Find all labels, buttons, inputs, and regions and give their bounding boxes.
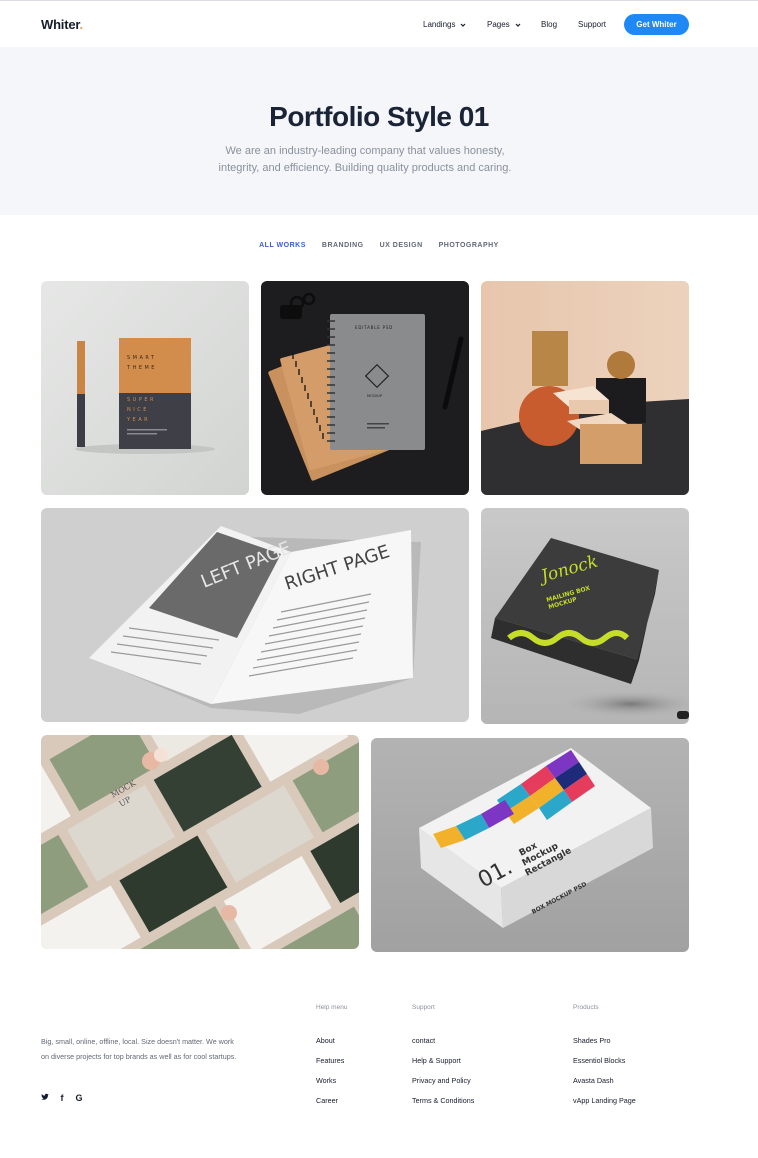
portfolio-item-open-book[interactable]: LEFT PAGE RIGHT PAGE xyxy=(41,508,469,722)
notebook-text-editable: EDITABLE PSD xyxy=(355,325,393,330)
nav-blog[interactable]: Blog xyxy=(541,20,557,29)
filter-photography[interactable]: PHOTOGRAPHY xyxy=(439,242,499,249)
book-text-smart: SMART xyxy=(127,355,157,361)
facebook-icon[interactable]: f xyxy=(58,1093,66,1103)
footer-link-vapp[interactable]: vApp Landing Page xyxy=(573,1096,636,1116)
footer-description: Big, small, online, offline, local. Size… xyxy=(41,1037,237,1061)
get-whiter-button[interactable]: Get Whiter xyxy=(624,14,689,35)
page-title: Portfolio Style 01 xyxy=(269,101,489,132)
book-text-nice: NICE xyxy=(127,407,149,413)
site-header: Whiter. Landings Pages Blog Support Get … xyxy=(0,1,758,47)
footer-heading-help-menu: Help menu xyxy=(316,1004,348,1011)
nav-pages[interactable]: Pages xyxy=(487,20,522,29)
box-mockup-image: 01. Box Mockup Rectangle BOX MOCKUP PSD xyxy=(371,738,689,952)
footer-column-help-menu: Help menu About Features Works Career xyxy=(316,1004,347,1116)
nav-landings[interactable]: Landings xyxy=(423,20,467,29)
nav-pages-label: Pages xyxy=(487,20,510,29)
footer-link-career[interactable]: Career xyxy=(316,1096,347,1116)
hero-description: We are an industry-leading company that … xyxy=(218,145,512,174)
social-links: f G xyxy=(41,1093,83,1103)
footer-heading-products: Products xyxy=(573,1004,599,1011)
footer-heading-support: Support xyxy=(412,1004,435,1011)
twitter-icon[interactable] xyxy=(41,1093,49,1103)
footer-column-products: Products Shades Pro Essentiol Blocks Ava… xyxy=(573,1004,636,1116)
portfolio-filters: ALL WORKS BRANDING UX DESIGN PHOTOGRAPHY xyxy=(0,242,758,249)
notebook-text-mockup: MOCKUP xyxy=(367,394,382,398)
filter-all-works[interactable]: ALL WORKS xyxy=(259,242,306,249)
portfolio-item-geometric-shapes[interactable] xyxy=(481,281,689,495)
portfolio-item-box-mockup[interactable]: 01. Box Mockup Rectangle BOX MOCKUP PSD xyxy=(371,738,689,952)
footer-column-support: Support contact Help & Support Privacy a… xyxy=(412,1004,474,1116)
logo-text: Whiter xyxy=(41,17,80,32)
notebook-mockup-image: EDITABLE PSD MOCKUP xyxy=(261,281,469,495)
nav-landings-label: Landings xyxy=(423,20,456,29)
chevron-down-icon xyxy=(515,23,521,27)
book-text-year: YEAR xyxy=(126,417,150,423)
footer-link-shades-pro[interactable]: Shades Pro xyxy=(573,1036,636,1056)
nav-blog-label: Blog xyxy=(541,20,558,29)
footer-link-help-support[interactable]: Help & Support xyxy=(412,1056,474,1076)
logo-dot: . xyxy=(79,17,84,32)
google-icon[interactable]: G xyxy=(75,1093,83,1103)
footer-link-about[interactable]: About xyxy=(316,1036,347,1056)
mailing-box-image: Jonock MAILING BOX MOCKUP xyxy=(481,508,689,724)
geometric-shapes-image xyxy=(481,281,689,495)
book-text-theme: THEME xyxy=(126,365,157,371)
chevron-down-icon xyxy=(461,23,466,27)
footer-link-essentiol-blocks[interactable]: Essentiol Blocks xyxy=(573,1056,636,1076)
filter-branding[interactable]: BRANDING xyxy=(322,242,364,249)
portfolio-item-book-mockup[interactable]: SMART THEME SUPER NICE YEAR xyxy=(41,281,249,495)
hero-section: Portfolio Style 01 We are an industry-le… xyxy=(0,47,758,215)
footer-link-terms[interactable]: Terms & Conditions xyxy=(412,1096,474,1116)
open-book-image: LEFT PAGE RIGHT PAGE xyxy=(41,508,469,722)
filter-ux-design[interactable]: UX DESIGN xyxy=(380,242,423,249)
book-text-super: SUPER xyxy=(127,397,156,403)
portfolio-item-mailing-box[interactable]: Jonock MAILING BOX MOCKUP xyxy=(481,508,689,724)
portfolio-item-notebook-mockup[interactable]: EDITABLE PSD MOCKUP xyxy=(261,281,469,495)
nav-support-label: Support xyxy=(578,20,607,29)
footer-link-features[interactable]: Features xyxy=(316,1056,347,1076)
portfolio-item-postcards[interactable]: MOCK UP xyxy=(41,735,359,949)
footer-link-works[interactable]: Works xyxy=(316,1076,347,1096)
footer-link-contact[interactable]: contact xyxy=(412,1036,474,1056)
footer-link-avasta-dash[interactable]: Avasta Dash xyxy=(573,1076,636,1096)
book-mockup-image: SMART THEME SUPER NICE YEAR xyxy=(41,281,249,495)
footer-link-privacy-policy[interactable]: Privacy and Policy xyxy=(412,1076,474,1096)
nav-support[interactable]: Support xyxy=(578,20,606,29)
postcard-mockup-image: MOCK UP xyxy=(41,735,359,949)
logo[interactable]: Whiter. xyxy=(41,17,83,32)
